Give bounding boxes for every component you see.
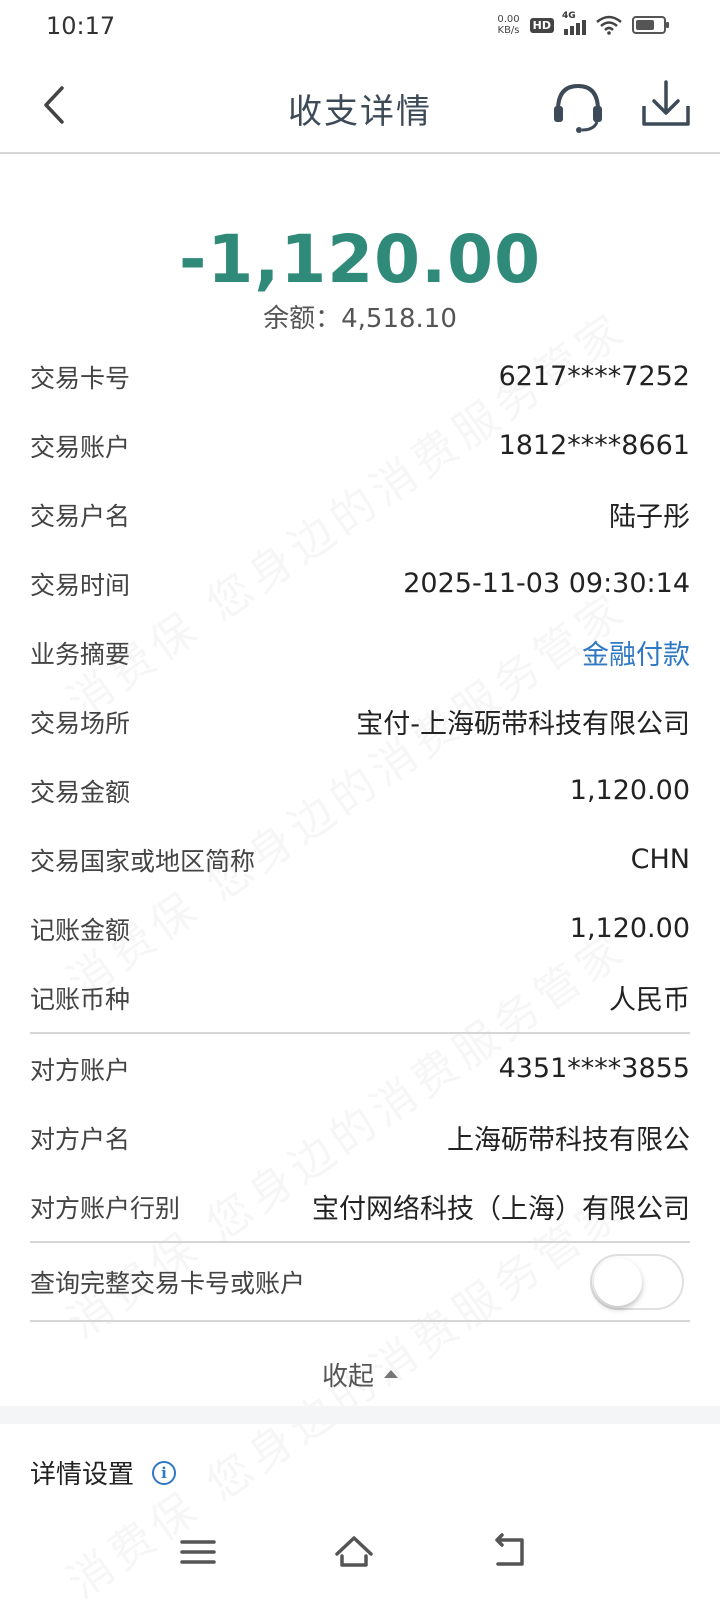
- detail-row-counterparty-bank: 对方账户行别 宝付网络科技（上海）有限公司: [30, 1172, 690, 1241]
- toggle-label: 查询完整交易卡号或账户: [30, 1268, 306, 1298]
- status-bar: 10:17 0.00 KB/s HD 4G: [0, 0, 720, 56]
- page-title: 收支详情: [288, 92, 432, 132]
- section-gap: [0, 1406, 720, 1424]
- home-icon[interactable]: [334, 1532, 374, 1572]
- battery-icon: [632, 16, 669, 34]
- detail-row-account: 交易账户 1812****8661: [30, 411, 690, 480]
- detail-row-booked-amount: 记账金额 1,120.00: [30, 894, 690, 963]
- detail-value: 人民币: [609, 985, 690, 1016]
- detail-value: 上海砺带科技有限公: [447, 1125, 690, 1156]
- balance-text: 余额：4,518.10: [263, 304, 457, 334]
- wifi-icon: [596, 15, 622, 35]
- detail-value: 宝付-上海砺带科技有限公司: [356, 709, 690, 740]
- detail-row-country: 交易国家或地区简称 CHN: [30, 825, 690, 894]
- detail-label: 交易时间: [30, 570, 131, 600]
- toggle-knob: [594, 1257, 642, 1306]
- battery-level: [636, 20, 655, 30]
- detail-row-merchant: 交易场所 宝付-上海砺带科技有限公司: [30, 687, 690, 756]
- detail-row-card-number: 交易卡号 6217****7252: [30, 342, 690, 411]
- detail-value: 6217****7252: [498, 361, 690, 392]
- detail-label: 交易金额: [30, 777, 131, 807]
- menu-icon[interactable]: [178, 1532, 218, 1572]
- nav-bar: 收支详情: [0, 60, 720, 154]
- detail-label: 对方户名: [30, 1124, 131, 1154]
- full-number-toggle-row: 查询完整交易卡号或账户: [30, 1243, 690, 1320]
- status-time: 10:17: [46, 12, 116, 40]
- caret-up-icon: [384, 1370, 398, 1378]
- detail-label: 交易国家或地区简称: [30, 846, 256, 876]
- full-number-toggle[interactable]: [590, 1253, 684, 1310]
- detail-label: 记账金额: [30, 915, 131, 945]
- detail-value: 1812****8661: [498, 430, 690, 461]
- hd-icon: HD: [529, 17, 554, 33]
- detail-row-summary: 业务摘要 金融付款: [30, 618, 690, 687]
- detail-value: 宝付网络科技（上海）有限公司: [312, 1194, 690, 1225]
- business-summary-link[interactable]: 金融付款: [582, 633, 690, 672]
- detail-label: 对方账户行别: [30, 1193, 181, 1223]
- detail-label: 交易账户: [30, 432, 131, 462]
- download-icon[interactable]: [640, 76, 692, 132]
- detail-label: 业务摘要: [30, 639, 131, 669]
- detail-row-currency: 记账币种 人民币: [30, 963, 690, 1032]
- amount-summary: -1,120.00 余额：4,518.10: [0, 222, 720, 335]
- settings-title: 详情设置: [30, 1460, 135, 1490]
- detail-label: 交易卡号: [30, 363, 131, 393]
- detail-value: 陆子彤: [609, 502, 690, 533]
- collapse-label: 收起: [321, 1361, 374, 1392]
- detail-label: 记账币种: [30, 984, 131, 1014]
- detail-value: 1,120.00: [569, 913, 690, 944]
- detail-value: 2025-11-03 09:30:14: [403, 568, 690, 599]
- system-nav-bar: [0, 1500, 720, 1600]
- info-icon[interactable]: i: [152, 1460, 177, 1485]
- detail-settings: 详情设置 i: [30, 1454, 177, 1491]
- detail-value: 4351****3855: [498, 1053, 690, 1084]
- network-speed: 0.00 KB/s: [497, 14, 520, 36]
- detail-label: 交易场所: [30, 708, 131, 738]
- back-icon[interactable]: [490, 1532, 530, 1572]
- detail-value: 1,120.00: [569, 775, 690, 806]
- detail-row-counterparty-name: 对方户名 上海砺带科技有限公: [30, 1103, 690, 1172]
- detail-label: 对方账户: [30, 1055, 131, 1085]
- detail-row-counterparty-account: 对方账户 4351****3855: [30, 1034, 690, 1103]
- detail-label: 交易户名: [30, 501, 131, 531]
- detail-row-account-name: 交易户名 陆子彤: [30, 480, 690, 549]
- status-indicators: 0.00 KB/s HD 4G: [497, 11, 669, 36]
- detail-value: CHN: [630, 844, 690, 875]
- details-list: 交易卡号 6217****7252 交易账户 1812****8661 交易户名…: [30, 342, 690, 1426]
- signal-icon: 4G: [562, 11, 586, 35]
- transaction-amount: -1,120.00: [178, 221, 542, 298]
- headset-icon[interactable]: [550, 78, 606, 134]
- detail-row-time: 交易时间 2025-11-03 09:30:14: [30, 549, 690, 618]
- detail-row-amount: 交易金额 1,120.00: [30, 756, 690, 825]
- network-type: 4G: [562, 11, 576, 21]
